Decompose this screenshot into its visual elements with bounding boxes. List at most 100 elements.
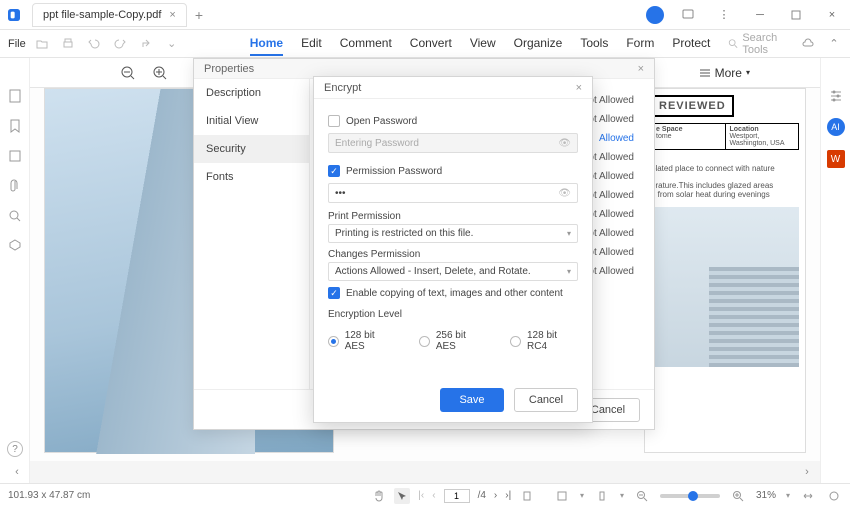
statusbar: 101.93 x 47.87 cm |‹ ‹ /4 › ›| ▾ ▾ 31% ▾ xyxy=(0,483,850,507)
encrypt-title: Encrypt xyxy=(324,82,361,94)
hand-tool-icon[interactable] xyxy=(370,488,386,504)
page-input[interactable] xyxy=(444,489,470,503)
feedback-icon[interactable] xyxy=(676,3,700,27)
fit-page-icon[interactable] xyxy=(554,488,570,504)
tab-convert[interactable]: Convert xyxy=(410,32,452,56)
properties-title: Properties xyxy=(204,63,254,75)
cursor-coordinates: 101.93 x 47.87 cm xyxy=(8,490,90,501)
scroll-right-icon[interactable]: › xyxy=(798,465,816,479)
properties-nav: Description Initial View Security Fonts xyxy=(194,79,310,389)
attachments-icon[interactable] xyxy=(7,178,23,194)
cloud-icon[interactable] xyxy=(800,36,816,52)
file-menu[interactable]: File xyxy=(8,38,26,50)
collapse-ribbon-icon[interactable]: ⌃ xyxy=(826,36,842,52)
tab-comment[interactable]: Comment xyxy=(340,32,392,56)
redo-icon[interactable] xyxy=(112,36,128,52)
share-icon[interactable] xyxy=(138,36,154,52)
save-button[interactable]: Save xyxy=(440,388,504,412)
prev-page-icon[interactable]: ‹ xyxy=(432,490,435,501)
search-icon[interactable] xyxy=(7,208,23,224)
encrypt-close-icon[interactable]: × xyxy=(576,82,582,94)
wondershare-icon[interactable]: W xyxy=(827,150,845,168)
fields-icon[interactable] xyxy=(7,238,23,254)
tab-view[interactable]: View xyxy=(470,32,496,56)
chevron-down-icon: ▾ xyxy=(567,267,571,276)
doc-image xyxy=(651,207,799,367)
tab-tools[interactable]: Tools xyxy=(580,32,608,56)
new-tab-button[interactable]: + xyxy=(195,7,203,23)
window-minimize-button[interactable]: ─ xyxy=(748,3,772,27)
print-permission-select[interactable]: Printing is restricted on this file. ▾ xyxy=(328,224,578,243)
layers-icon[interactable] xyxy=(7,148,23,164)
scroll-left-icon[interactable]: ‹ xyxy=(8,465,26,479)
undo-icon[interactable] xyxy=(86,36,102,52)
open-icon[interactable] xyxy=(34,36,50,52)
eye-icon: 👁 xyxy=(558,138,571,149)
menubar: File ⌄ Home Edit Comment Convert View Or… xyxy=(0,30,850,58)
select-tool-icon[interactable] xyxy=(394,488,410,504)
chevron-down-icon[interactable]: ▾ xyxy=(786,491,790,500)
fit-width-icon[interactable] xyxy=(800,488,816,504)
enable-copy-checkbox[interactable]: ✓ xyxy=(328,287,340,299)
print-icon[interactable] xyxy=(60,36,76,52)
last-page-icon[interactable]: ›| xyxy=(505,490,511,501)
window-titlebar: ppt file-sample-Copy.pdf × + ⋮ ─ × xyxy=(0,0,850,30)
window-maximize-button[interactable] xyxy=(784,3,808,27)
zoom-out-icon[interactable] xyxy=(120,65,136,81)
chevron-down-icon[interactable]: ▾ xyxy=(580,491,584,500)
tab-organize[interactable]: Organize xyxy=(514,32,563,56)
doc-info-table: e Spacetome LocationWestport, Washington… xyxy=(651,123,799,150)
document-tab[interactable]: ppt file-sample-Copy.pdf × xyxy=(32,3,187,27)
next-page-icon[interactable]: › xyxy=(494,490,497,501)
enable-copy-label: Enable copying of text, images and other… xyxy=(346,288,563,299)
chevron-down-icon[interactable]: ▾ xyxy=(620,491,624,500)
chevron-down-icon: ▾ xyxy=(567,229,571,238)
nav-description[interactable]: Description xyxy=(194,79,309,107)
settings-slider-icon[interactable] xyxy=(828,88,844,104)
tab-form[interactable]: Form xyxy=(626,32,654,56)
user-avatar[interactable] xyxy=(646,6,664,24)
first-page-icon[interactable]: |‹ xyxy=(418,490,424,501)
fullscreen-icon[interactable] xyxy=(826,488,842,504)
nav-security[interactable]: Security xyxy=(194,135,309,163)
tab-edit[interactable]: Edit xyxy=(301,32,322,56)
eye-icon[interactable]: 👁 xyxy=(558,188,571,199)
changes-permission-select[interactable]: Actions Allowed - Insert, Delete, and Ro… xyxy=(328,262,578,281)
radio-256-aes[interactable] xyxy=(419,336,430,347)
more-label: More xyxy=(715,66,742,80)
close-tab-icon[interactable]: × xyxy=(169,9,175,21)
bookmarks-icon[interactable] xyxy=(7,118,23,134)
open-password-checkbox[interactable] xyxy=(328,115,340,127)
help-icon[interactable]: ? xyxy=(7,441,23,457)
doc-paragraph: erature.This includes glazed areas xyxy=(651,181,799,190)
app-logo xyxy=(0,1,28,29)
search-tools[interactable]: Search Tools xyxy=(728,32,800,56)
changes-permission-label: Changes Permission xyxy=(328,249,578,260)
permission-password-checkbox[interactable]: ✓ xyxy=(328,165,340,177)
tab-home[interactable]: Home xyxy=(250,32,283,56)
print-permission-value: Printing is restricted on this file. xyxy=(335,228,473,239)
properties-close-icon[interactable]: × xyxy=(638,63,644,75)
nav-initial-view[interactable]: Initial View xyxy=(194,107,309,135)
zoom-slider[interactable] xyxy=(660,494,720,498)
tab-protect[interactable]: Protect xyxy=(672,32,710,56)
single-page-icon[interactable] xyxy=(594,488,610,504)
thumbnails-icon[interactable] xyxy=(7,88,23,104)
zoom-out-status-icon[interactable] xyxy=(634,488,650,504)
radio-128-aes[interactable] xyxy=(328,336,339,347)
chevron-down-icon[interactable]: ⌄ xyxy=(164,36,180,52)
window-close-button[interactable]: × xyxy=(820,3,844,27)
chevron-down-icon: ▾ xyxy=(746,68,750,77)
ai-assistant-icon[interactable]: AI xyxy=(827,118,845,136)
kebab-menu-icon[interactable]: ⋮ xyxy=(712,3,736,27)
zoom-in-icon[interactable] xyxy=(152,65,168,81)
print-permission-label: Print Permission xyxy=(328,211,578,222)
radio-128-rc4[interactable] xyxy=(510,336,521,347)
reflow-icon[interactable] xyxy=(519,488,535,504)
permission-password-field[interactable]: ••• 👁 xyxy=(328,183,578,203)
right-sidebar: AI W xyxy=(820,58,850,483)
more-dropdown[interactable]: More ▾ xyxy=(699,66,750,80)
zoom-in-status-icon[interactable] xyxy=(730,488,746,504)
encrypt-cancel-button[interactable]: Cancel xyxy=(514,388,578,412)
nav-fonts[interactable]: Fonts xyxy=(194,163,309,191)
